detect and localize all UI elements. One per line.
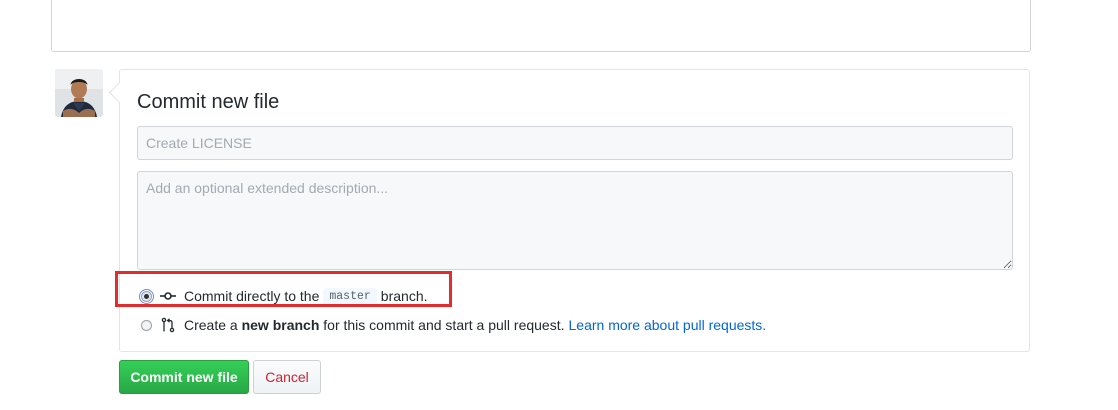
new-branch-bold: new branch xyxy=(241,317,320,333)
editor-panel-bottom xyxy=(51,0,1031,52)
commit-new-file-button[interactable]: Commit new file xyxy=(119,360,249,394)
commit-description-input[interactable] xyxy=(137,171,1013,270)
avatar xyxy=(55,69,103,117)
annotation-highlight-box xyxy=(115,271,452,307)
commit-form-title: Commit new file xyxy=(137,91,280,113)
new-branch-suffix: for this commit and start a pull request… xyxy=(323,317,565,333)
comment-arrow xyxy=(108,81,131,104)
new-branch-option[interactable]: Create a new branch for this commit and … xyxy=(141,315,766,335)
new-branch-prefix: Create a xyxy=(184,317,238,333)
new-branch-radio[interactable] xyxy=(141,319,152,331)
commit-summary-input[interactable] xyxy=(137,126,1013,160)
commit-form: Commit new file Commit directly to the m… xyxy=(108,69,1030,352)
cancel-button[interactable]: Cancel xyxy=(253,360,321,394)
git-pull-request-icon xyxy=(161,317,175,333)
avatar-image xyxy=(55,69,103,117)
learn-more-pr-link[interactable]: Learn more about pull requests. xyxy=(569,317,767,333)
